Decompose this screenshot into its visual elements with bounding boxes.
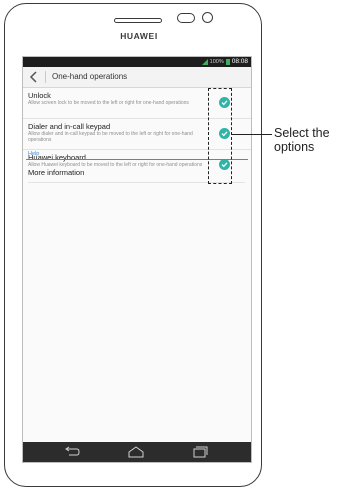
- front-camera: [202, 12, 213, 23]
- navigation-bar: [23, 442, 251, 462]
- chevron-left-icon[interactable]: [29, 71, 39, 83]
- status-bar: 100% 08:08: [23, 57, 251, 67]
- setting-description: Allow screen lock to be moved to the lef…: [28, 100, 189, 106]
- back-arrow-icon[interactable]: [63, 445, 81, 459]
- help-section-header: Help: [28, 151, 40, 157]
- callout-leader-line: [232, 134, 272, 135]
- signal-icon: [201, 58, 208, 65]
- setting-title: Dialer and in-call keypad: [28, 122, 111, 131]
- manual-illustration: HUAWEI 100% 08:08 One-hand operations Un…: [0, 0, 344, 493]
- status-time: 08:08: [231, 58, 248, 65]
- selection-highlight-box: [208, 88, 232, 184]
- brand-logo: HUAWEI: [120, 31, 158, 41]
- setting-description: Allow dialer and in-call keypad to be mo…: [28, 131, 193, 143]
- callout-label: Select the options: [274, 126, 330, 154]
- action-bar: One-hand operations: [23, 67, 251, 88]
- speaker-grille: [114, 18, 162, 23]
- page-title: One-hand operations: [52, 72, 128, 81]
- setting-title: Unlock: [28, 91, 51, 100]
- battery-icon: [225, 58, 230, 65]
- title-separator: [45, 71, 46, 83]
- battery-percent: 100%: [209, 58, 224, 65]
- phone-frame: HUAWEI 100% 08:08 One-hand operations Un…: [4, 3, 262, 487]
- proximity-sensor: [177, 13, 195, 23]
- home-icon[interactable]: [127, 445, 145, 459]
- recent-apps-icon[interactable]: [191, 445, 209, 459]
